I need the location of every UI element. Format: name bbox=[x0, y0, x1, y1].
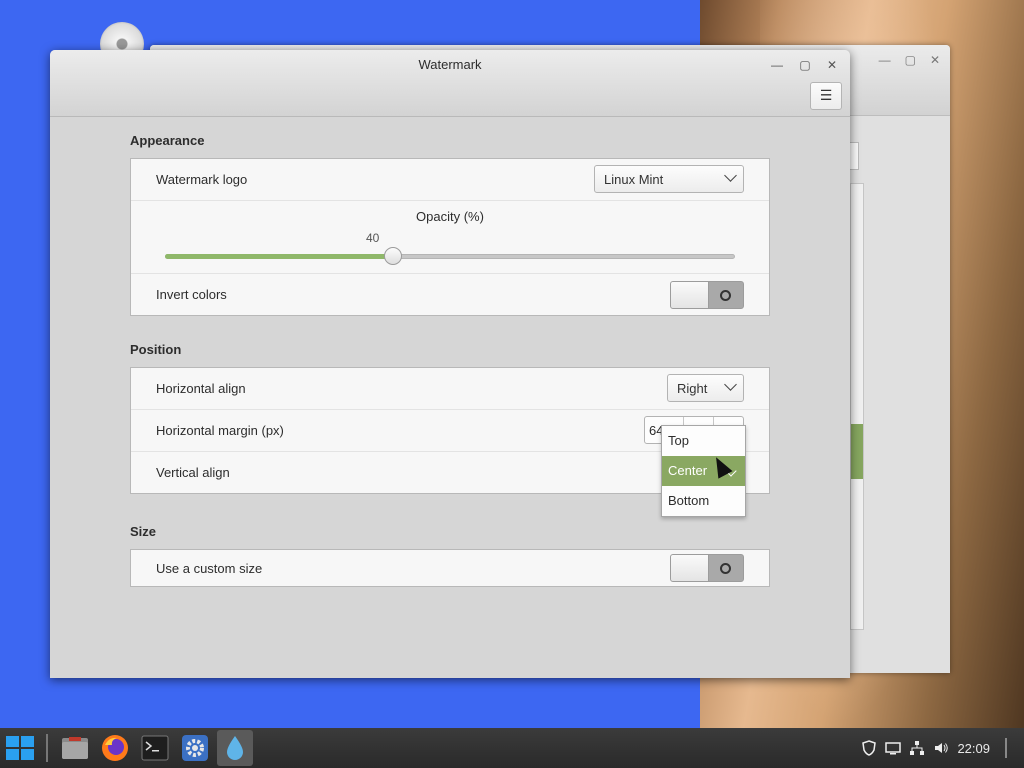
background-field[interactable] bbox=[850, 142, 859, 170]
system-tray: 22:09 bbox=[861, 728, 1024, 768]
files-icon[interactable] bbox=[57, 730, 93, 766]
settings-icon[interactable] bbox=[177, 730, 213, 766]
horizontal-align-combo[interactable]: Right bbox=[667, 374, 744, 402]
row-horizontal-align: Horizontal align Right bbox=[131, 368, 769, 410]
appearance-card: Watermark logo Linux Mint Opacity (%) 40… bbox=[130, 158, 770, 316]
opacity-title: Opacity (%) bbox=[416, 209, 484, 224]
row-opacity: Opacity (%) 40 bbox=[131, 201, 769, 274]
watermark-logo-value: Linux Mint bbox=[604, 172, 664, 187]
vertical-align-label: Vertical align bbox=[156, 465, 230, 480]
size-card: Use a custom size bbox=[130, 549, 770, 587]
horizontal-align-value: Right bbox=[677, 381, 708, 396]
volume-icon[interactable] bbox=[933, 740, 949, 756]
watermark-logo-label: Watermark logo bbox=[156, 172, 248, 187]
titlebar[interactable]: Watermark — ▢ ✕ ☰ bbox=[50, 50, 850, 117]
close-icon[interactable]: ✕ bbox=[930, 53, 940, 67]
switch-knob bbox=[671, 282, 709, 308]
minimize-icon[interactable]: — bbox=[768, 56, 786, 74]
watermark-logo-combo[interactable]: Linux Mint bbox=[594, 165, 744, 193]
dropdown-option-top[interactable]: Top bbox=[662, 426, 745, 456]
firefox-icon[interactable] bbox=[97, 730, 133, 766]
window-title: Watermark bbox=[418, 57, 482, 72]
background-list-selection bbox=[851, 424, 863, 479]
maximize-icon[interactable]: ▢ bbox=[905, 53, 916, 67]
taskbar: 22:09 bbox=[0, 728, 1024, 768]
dropdown-option-bottom[interactable]: Bottom bbox=[662, 486, 745, 516]
section-title-size: Size bbox=[130, 524, 157, 539]
maximize-icon[interactable]: ▢ bbox=[796, 56, 814, 74]
section-title-appearance: Appearance bbox=[130, 133, 205, 148]
custom-size-label: Use a custom size bbox=[156, 561, 263, 576]
chevron-down-icon bbox=[724, 378, 737, 391]
row-custom-size: Use a custom size bbox=[131, 550, 769, 586]
watermark-window: Watermark — ▢ ✕ ☰ Appearance Watermark l… bbox=[50, 50, 850, 678]
chevron-down-icon bbox=[724, 169, 737, 182]
section-title-position: Position bbox=[130, 342, 182, 357]
close-icon[interactable]: ✕ bbox=[823, 56, 841, 74]
shield-icon[interactable] bbox=[861, 740, 877, 756]
hamburger-menu-button[interactable]: ☰ bbox=[810, 82, 842, 110]
show-desktop-icon[interactable] bbox=[998, 738, 1014, 758]
terminal-icon[interactable] bbox=[137, 730, 173, 766]
vertical-align-dropdown: Top Center Bottom bbox=[661, 425, 746, 517]
display-icon[interactable] bbox=[885, 740, 902, 756]
custom-size-switch[interactable] bbox=[670, 554, 744, 582]
taskbar-separator bbox=[46, 734, 48, 762]
background-window-controls: — ▢ ✕ bbox=[879, 53, 940, 67]
drop-icon[interactable] bbox=[217, 730, 253, 766]
opacity-slider-handle[interactable] bbox=[384, 247, 402, 265]
opacity-value: 40 bbox=[366, 231, 380, 245]
invert-colors-label: Invert colors bbox=[156, 287, 227, 302]
horizontal-align-label: Horizontal align bbox=[156, 381, 246, 396]
dropdown-option-label: Center bbox=[668, 463, 708, 478]
switch-off-icon bbox=[720, 563, 731, 574]
row-watermark-logo: Watermark logo Linux Mint bbox=[131, 159, 769, 201]
minimize-icon[interactable]: — bbox=[879, 53, 891, 67]
clock[interactable]: 22:09 bbox=[957, 741, 990, 756]
invert-colors-switch[interactable] bbox=[670, 281, 744, 309]
horizontal-margin-label: Horizontal margin (px) bbox=[156, 423, 284, 438]
row-invert-colors: Invert colors bbox=[131, 274, 769, 315]
switch-off-icon bbox=[720, 290, 731, 301]
menu-icon[interactable] bbox=[2, 730, 38, 766]
network-icon[interactable] bbox=[909, 740, 925, 756]
hamburger-icon: ☰ bbox=[819, 87, 833, 103]
switch-knob bbox=[671, 555, 709, 581]
opacity-slider-fill bbox=[165, 254, 393, 259]
background-list[interactable] bbox=[850, 183, 864, 630]
